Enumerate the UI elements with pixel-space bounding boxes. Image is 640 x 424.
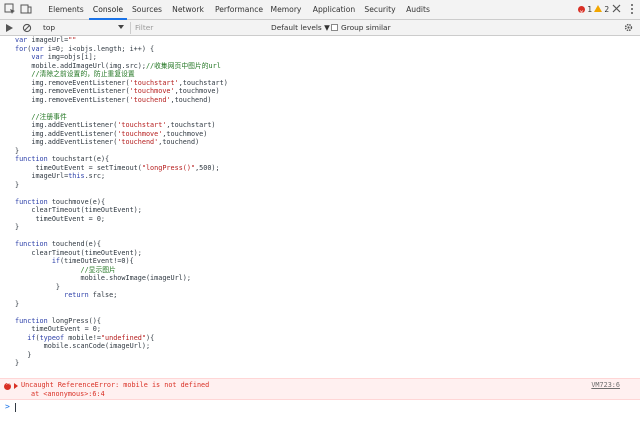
console-output[interactable]: var imageUrl="" for(var i=0; i<objs.leng… (0, 36, 640, 424)
device-toolbar-icon[interactable] (20, 3, 32, 15)
code-line: //注册事件 (31, 112, 67, 121)
code-line: function touchstart(e){ (15, 155, 110, 163)
error-icon (578, 3, 585, 23)
tab-application[interactable]: Application (309, 0, 359, 20)
code-line: img.removeEventListener('touchstart',tou… (15, 78, 228, 87)
clear-console-icon[interactable] (22, 23, 32, 33)
code-line: return false; (64, 291, 118, 299)
error-text: Uncaught ReferenceError: mobile is not d… (21, 381, 210, 389)
code-line: function longPress(){ (15, 316, 101, 325)
gear-icon[interactable] (623, 22, 634, 33)
prompt-chevron-icon: > (5, 402, 10, 411)
tab-audits[interactable]: Audits (402, 0, 434, 20)
code-line: if(typeof mobile!="undefined"){ (27, 333, 155, 342)
context-selector[interactable]: top (40, 21, 128, 34)
tab-sources[interactable]: Sources (128, 0, 166, 20)
filter-input[interactable] (133, 21, 267, 34)
code-line: timeOutEvent = setTimeout("longPress()",… (15, 163, 220, 172)
code-line: clearTimeout(timeOutEvent); (15, 206, 142, 214)
code-line: function touchend(e){ (15, 240, 101, 248)
code-line: mobile.showImage(imageUrl); (15, 274, 191, 282)
error-counter[interactable]: 1 (578, 0, 593, 23)
code-line: imageUrl=this.src; (15, 172, 106, 180)
code-line: timeOutEvent = 0; (15, 325, 101, 333)
tab-performance[interactable]: Performance (210, 0, 268, 20)
devtools-tabbar: Elements Console Sources Network Perform… (0, 0, 640, 23)
code-line: clearTimeout(timeOutEvent); (15, 248, 142, 257)
error-message-row[interactable]: Uncaught ReferenceError: mobile is not d… (0, 378, 640, 400)
code-line: //清除之前设置的，防止重复设置 (31, 70, 135, 78)
error-stack-location: at <anonymous>:6:4 (31, 390, 105, 398)
code-line: var img=objs[i]; (31, 53, 97, 61)
code-line: if(timeOutEvent!=0){ (51, 257, 134, 265)
expand-triangle-icon[interactable] (14, 383, 18, 389)
error-source-link[interactable]: VM723:6 (591, 381, 620, 390)
divider (130, 22, 131, 34)
code-line: img.removeEventListener('touchend',touch… (15, 95, 212, 104)
warning-icon (594, 5, 602, 12)
error-icon (4, 380, 11, 390)
error-count: 1 (587, 5, 593, 14)
group-similar-checkbox[interactable] (331, 24, 338, 31)
chevron-down-icon (118, 25, 124, 29)
group-similar-label: Group similar (341, 23, 391, 32)
code-line: } (15, 350, 32, 359)
close-icon[interactable] (612, 4, 621, 13)
inspect-element-icon[interactable] (4, 3, 16, 15)
console-filterbar: top Default levels ▼ Group similar (0, 20, 640, 36)
tab-network[interactable]: Network (168, 0, 208, 20)
context-value: top (43, 23, 56, 32)
code-line: img.addEventListener('touchend',touchend… (15, 138, 200, 146)
more-options-icon[interactable] (631, 4, 634, 16)
text-caret (15, 403, 16, 412)
code-line: } (15, 299, 20, 308)
code-line: img.addEventListener('touchmove',touchmo… (15, 129, 208, 138)
warning-count: 2 (604, 5, 610, 14)
tab-security[interactable]: Security (361, 0, 399, 20)
code-block: var imageUrl="" for(var i=0; i<objs.leng… (15, 36, 228, 368)
code-line: img.addEventListener('touchstart',touchs… (15, 121, 216, 129)
code-line: mobile.scanCode(imageUrl); (15, 342, 151, 350)
code-line: } (15, 180, 20, 189)
warning-counter[interactable]: 2 (594, 0, 609, 20)
code-line: } (15, 359, 20, 367)
tab-elements[interactable]: Elements (43, 0, 89, 20)
code-line: } (15, 146, 20, 155)
code-line: //显示图片 (80, 265, 116, 274)
tab-console[interactable]: Console (89, 0, 127, 20)
console-prompt[interactable]: > (0, 402, 640, 414)
tab-memory[interactable]: Memory (268, 0, 304, 20)
code-line: timeOutEvent = 0; (15, 214, 106, 223)
log-levels-dropdown[interactable]: Default levels ▼ (271, 20, 330, 36)
show-console-sidebar-icon[interactable] (5, 23, 14, 33)
code-line: } (15, 223, 20, 231)
code-line: mobile.addImageUrl(img.src);//收集网页中图片的ur… (15, 61, 221, 70)
code-line: for(var i=0; i<objs.length; i++) { (15, 44, 155, 53)
code-line: function touchmove(e){ (15, 197, 106, 206)
code-line: img.removeEventListener('touchmove',touc… (15, 87, 220, 95)
code-line: var imageUrl="" (15, 36, 77, 44)
code-line: } (15, 282, 61, 291)
